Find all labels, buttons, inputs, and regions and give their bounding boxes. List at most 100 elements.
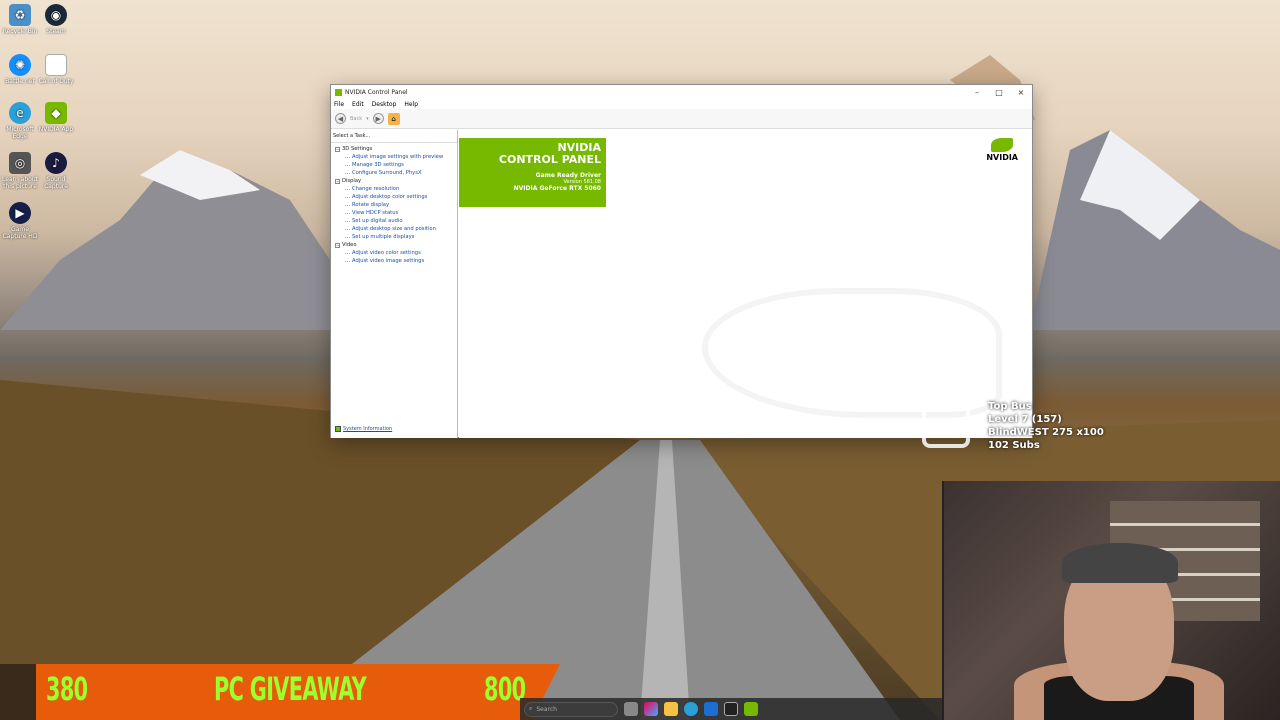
task-panel: Select a Task... −3D Settings Adjust ima… [331, 130, 458, 438]
system-info-label: System Information [343, 426, 393, 432]
desktop-icon-nvidia-app[interactable]: ◆ NVIDIA App [36, 102, 76, 133]
webcam-feed [942, 481, 1280, 720]
bus-icon [922, 400, 970, 448]
desktop-icon-game-capture[interactable]: ▶ Game Capture HD [0, 202, 40, 240]
task-panel-header: Select a Task... [331, 130, 457, 143]
desktop-icon-label: Learn about this picture [2, 176, 38, 190]
desktop-icon-call-of-duty[interactable]: Call of Duty [36, 54, 76, 85]
nvidia-logo-text: NVIDIA [986, 153, 1018, 162]
category-label: Display [342, 178, 362, 184]
search-placeholder: Search [536, 705, 557, 713]
desktop-icon-label: Sound Capture [44, 176, 68, 190]
bus-line: Level 7 (157) [988, 414, 1062, 425]
driver-type: Game Ready Driver [535, 172, 601, 179]
recycle-bin-icon: ♻ [9, 4, 31, 26]
task-adjust-desktop-color[interactable]: Adjust desktop color settings [335, 193, 457, 201]
task-video-color[interactable]: Adjust video color settings [335, 249, 457, 257]
task-video-image[interactable]: Adjust video image settings [335, 257, 457, 265]
title-bar[interactable]: NVIDIA Control Panel – □ × [331, 85, 1032, 99]
watermark-graphic [702, 288, 1002, 418]
collapse-icon[interactable]: − [335, 178, 340, 184]
search-icon: ⌕ [529, 705, 533, 712]
category-label: 3D Settings [342, 146, 373, 152]
bus-overlay: Top Bus Level 7 (157) BlindWEST 275 x100… [988, 400, 1104, 452]
system-info-icon [335, 426, 341, 432]
desktop-icon-label: Call of Duty [38, 78, 74, 85]
person-cap [1062, 543, 1178, 583]
audio-icon: ♪ [45, 152, 67, 174]
task-view-icon[interactable] [624, 702, 638, 716]
desktop-icon-battlenet[interactable]: ✺ Battle.net [0, 54, 40, 85]
desktop-icon-edge[interactable]: e Microsoft Edge [0, 102, 40, 140]
desktop-icon-label: Game Capture HD [2, 226, 38, 240]
edge-icon[interactable] [684, 702, 698, 716]
minimize-button[interactable]: – [966, 88, 988, 97]
home-icon[interactable]: ⌂ [387, 112, 400, 125]
forward-arrow-icon[interactable]: ▶ [372, 113, 384, 124]
giveaway-banner: 380 PC GIVEAWAY 800 [0, 664, 560, 720]
menu-desktop[interactable]: Desktop [372, 101, 397, 108]
nvidia-control-panel-window: NVIDIA Control Panel – □ × File Edit Des… [330, 84, 1033, 438]
steam-icon: ◉ [45, 4, 67, 26]
giveaway-title: PC GIVEAWAY [214, 670, 367, 708]
desktop-icon-label: Steam [46, 28, 66, 35]
capture-icon: ▶ [9, 202, 31, 224]
desktop-icon-learn-picture[interactable]: ◎ Learn about this picture [0, 152, 40, 190]
copilot-icon[interactable] [644, 702, 658, 716]
bus-line: BlindWEST 275 x100 [988, 427, 1104, 438]
maximize-button[interactable]: □ [988, 88, 1010, 97]
category-3d-settings[interactable]: −3D Settings [335, 145, 457, 153]
media-icon[interactable] [724, 702, 738, 716]
desktop-icon-label: NVIDIA App [38, 126, 74, 133]
collapse-icon[interactable]: − [335, 242, 340, 248]
desktop-icon-recycle-bin[interactable]: ♻ Recycle Bin [0, 4, 40, 35]
nvidia-logo-icon [335, 88, 342, 96]
taskbar: ⌕ Search [520, 698, 942, 720]
menu-help[interactable]: Help [404, 101, 418, 108]
window-title: NVIDIA Control Panel [345, 88, 408, 96]
back-dropdown-icon[interactable]: ▾ [366, 116, 369, 122]
task-tree: −3D Settings Adjust image settings with … [331, 143, 457, 265]
edge-icon: e [9, 102, 31, 124]
task-view-hdcp[interactable]: View HDCP status [335, 209, 457, 217]
task-desktop-size[interactable]: Adjust desktop size and position [335, 225, 457, 233]
category-video[interactable]: − Video [335, 241, 457, 249]
menu-file[interactable]: File [334, 101, 344, 108]
banner-line2: CONTROL PANEL [498, 153, 601, 166]
camera-icon: ◎ [9, 152, 31, 174]
system-information-link[interactable]: System Information [335, 426, 392, 432]
back-arrow-icon[interactable]: ◀ [335, 113, 346, 124]
toolbar: ◀ Back ▾ ▶ ⌂ [331, 109, 1032, 129]
menu-edit[interactable]: Edit [352, 101, 364, 108]
task-adjust-image-settings[interactable]: Adjust image settings with preview [335, 153, 457, 161]
task-digital-audio[interactable]: Set up digital audio [335, 217, 457, 225]
store-icon[interactable] [704, 702, 718, 716]
desktop-icon-label: Recycle Bin [2, 28, 38, 35]
desktop-icon-steam[interactable]: ◉ Steam [36, 4, 76, 35]
bus-line: 102 Subs [988, 440, 1040, 451]
category-display[interactable]: − Display [335, 177, 457, 185]
nvidia-taskbar-icon[interactable] [744, 702, 758, 716]
desktop-icon-label: Microsoft Edge [6, 126, 34, 140]
file-explorer-icon[interactable] [664, 702, 678, 716]
collapse-icon[interactable]: − [335, 146, 340, 152]
desktop-icon-label: Battle.net [5, 78, 35, 85]
menu-bar: File Edit Desktop Help [331, 99, 1032, 109]
back-button[interactable]: Back [350, 116, 362, 122]
taskbar-search[interactable]: ⌕ Search [524, 701, 618, 717]
battlenet-icon: ✺ [9, 54, 31, 76]
window-controls: – □ × [966, 88, 1032, 97]
category-label: Video [342, 242, 357, 248]
nvidia-eye-icon [991, 138, 1014, 152]
task-manage-3d-settings[interactable]: Manage 3D settings [335, 161, 457, 169]
giveaway-left-count: 380 [46, 670, 88, 708]
task-configure-surround[interactable]: Configure Surround, PhysX [335, 169, 457, 177]
desktop-icon-sound-capture[interactable]: ♪ Sound Capture [36, 152, 76, 190]
task-multiple-displays[interactable]: Set up multiple displays [335, 233, 457, 241]
gpu-name: NVIDIA GeForce RTX 5060 [513, 185, 601, 192]
file-icon [45, 54, 67, 76]
task-rotate-display[interactable]: Rotate display [335, 201, 457, 209]
close-button[interactable]: × [1010, 88, 1032, 97]
task-change-resolution[interactable]: Change resolution [335, 185, 457, 193]
nvidia-app-icon: ◆ [45, 102, 67, 124]
